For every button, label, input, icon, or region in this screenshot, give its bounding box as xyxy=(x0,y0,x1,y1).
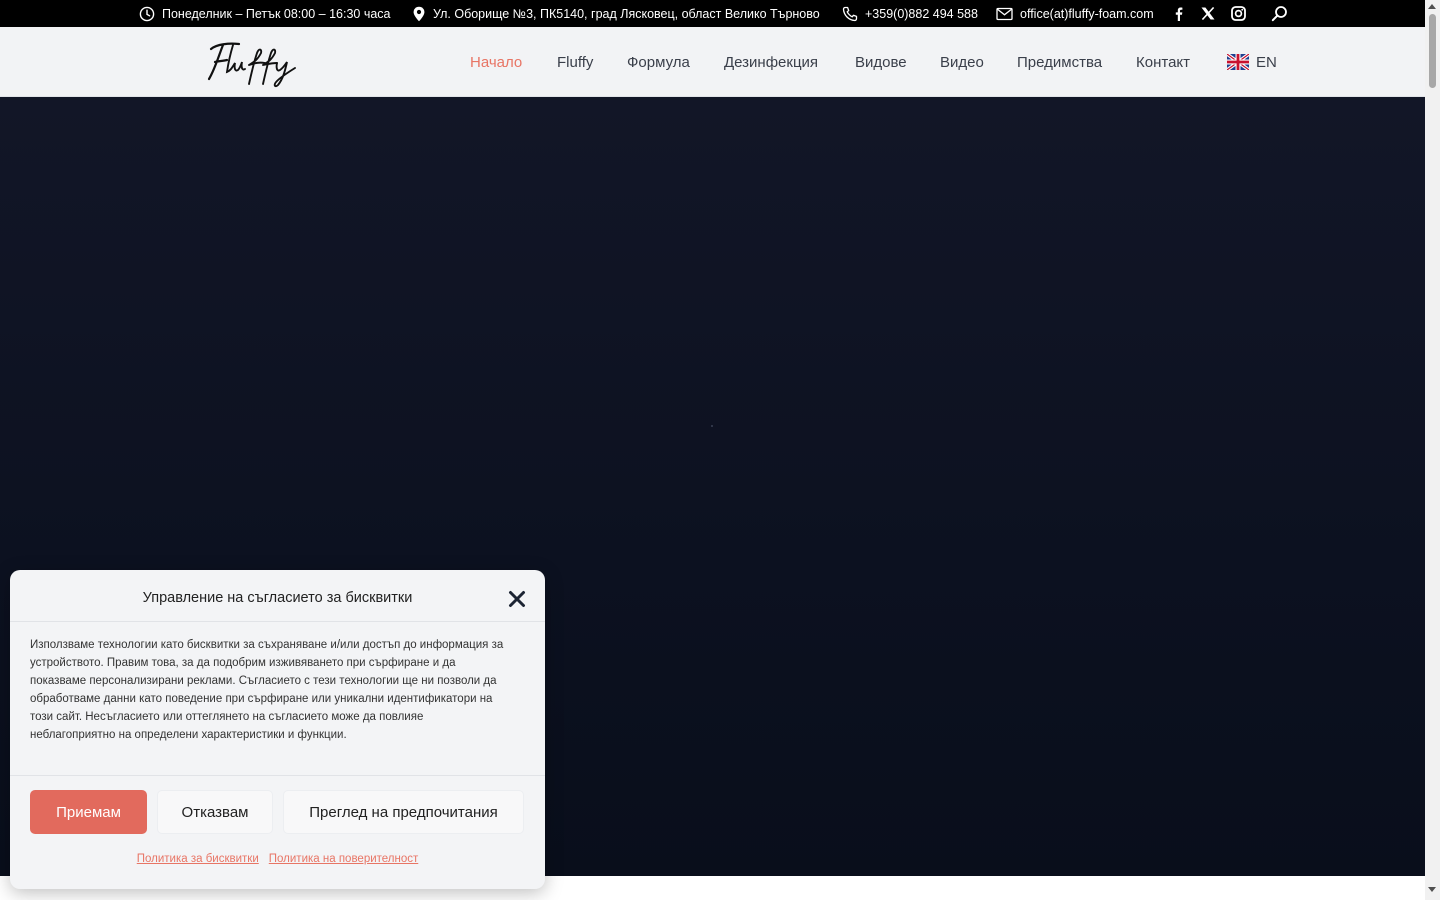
nav-item-contact[interactable]: Контакт xyxy=(1136,27,1190,97)
phone-text: +359(0)882 494 588 xyxy=(865,6,978,21)
instagram-link[interactable] xyxy=(1228,0,1248,27)
nav-item-home[interactable]: Начало xyxy=(470,27,522,97)
instagram-icon xyxy=(1230,6,1246,21)
working-hours-text: Понеделник – Петък 08:00 – 16:30 часа xyxy=(162,6,391,21)
accept-button[interactable]: Приемам xyxy=(30,790,147,834)
privacy-policy-link[interactable]: Политика на поверителност xyxy=(269,853,419,865)
nav-item-types[interactable]: Видове xyxy=(855,27,907,97)
divider xyxy=(10,775,545,776)
x-link[interactable] xyxy=(1198,0,1218,27)
address[interactable]: Ул. Оборище №3, ПК5140, град Лясковец, о… xyxy=(412,0,820,27)
map-pin-icon xyxy=(413,6,425,21)
nav-item-label: Начало xyxy=(470,53,523,71)
clock-icon xyxy=(139,6,155,21)
nav-item-advantages[interactable]: Предимства xyxy=(1017,27,1102,97)
language-label: EN xyxy=(1256,53,1277,71)
mail-icon xyxy=(996,7,1013,20)
nav-item-label: Видове xyxy=(855,53,907,71)
address-text: Ул. Оборище №3, ПК5140, град Лясковец, о… xyxy=(433,6,820,21)
nav-item-formula[interactable]: Формула xyxy=(627,27,690,97)
email[interactable]: office(at)fluffy-foam.com xyxy=(996,0,1154,27)
cookie-consent-dialog: Управление на съгласието за бисквитки Из… xyxy=(10,570,545,889)
phone-icon xyxy=(842,6,858,21)
nav-item-fluffy[interactable]: Fluffy xyxy=(557,27,593,97)
nav-item-disinfection[interactable]: Дезинфекция xyxy=(724,27,818,97)
loading-indicator xyxy=(711,425,713,427)
email-text: office(at)fluffy-foam.com xyxy=(1020,6,1154,21)
nav-item-label: Контакт xyxy=(1136,53,1191,71)
search-icon xyxy=(1271,6,1287,22)
deny-button[interactable]: Отказвам xyxy=(157,790,273,834)
nav-item-label: Формула xyxy=(627,53,690,71)
nav-item-label: Дезинфекция xyxy=(724,53,819,71)
scroll-up-arrow-icon[interactable] xyxy=(1428,4,1436,9)
page-scrollbar[interactable] xyxy=(1425,0,1440,900)
facebook-icon xyxy=(1175,7,1182,21)
nav-item-video[interactable]: Видео xyxy=(940,27,984,97)
nav-item-label: Fluffy xyxy=(557,53,594,71)
x-icon xyxy=(1201,7,1215,20)
phone[interactable]: +359(0)882 494 588 xyxy=(842,0,978,27)
search-button[interactable] xyxy=(1269,0,1289,27)
scrollbar-thumb[interactable] xyxy=(1429,14,1436,88)
working-hours: Понеделник – Петък 08:00 – 16:30 часа xyxy=(139,0,391,27)
cookie-policy-links: Политика за бисквитки Политика на повери… xyxy=(10,853,545,865)
cookie-dialog-title: Управление на съгласието за бисквитки xyxy=(142,590,413,606)
nav-item-label: Видео xyxy=(940,53,984,71)
facebook-link[interactable] xyxy=(1168,0,1188,27)
language-switcher[interactable]: EN xyxy=(1227,27,1277,97)
view-preferences-button[interactable]: Преглед на предпочитания xyxy=(283,790,524,834)
top-info-bar: Понеделник – Петък 08:00 – 16:30 часа Ул… xyxy=(0,0,1425,27)
cookie-dialog-header: Управление на съгласието за бисквитки xyxy=(10,570,545,622)
cookie-policy-link[interactable]: Политика за бисквитки xyxy=(137,853,259,865)
fluffy-logo[interactable] xyxy=(205,35,301,89)
scroll-down-arrow-icon[interactable] xyxy=(1428,887,1436,892)
uk-flag-icon xyxy=(1227,54,1249,70)
close-icon[interactable] xyxy=(505,587,529,611)
site-header: Начало Fluffy Формула Дезинфекция Видове… xyxy=(0,27,1425,97)
nav-item-label: Предимства xyxy=(1017,53,1103,71)
cookie-dialog-message: Използваме технологии като бисквитки за … xyxy=(30,639,504,741)
